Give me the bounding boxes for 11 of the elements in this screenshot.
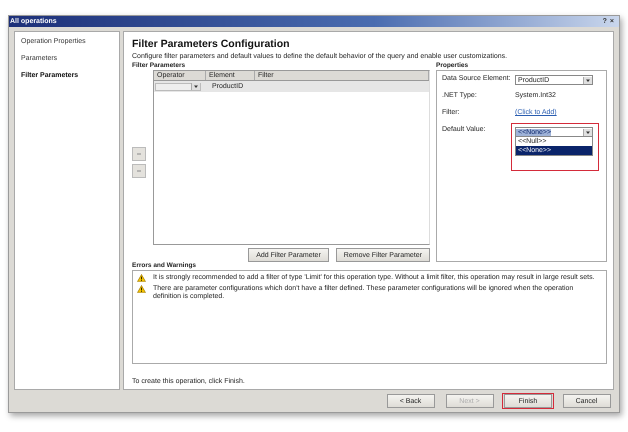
- operator-dropdown[interactable]: [155, 82, 201, 90]
- warning-icon: [137, 284, 146, 292]
- dropdown-arrow-icon: [583, 76, 592, 84]
- dropdown-arrow-icon: [191, 83, 200, 90]
- minus-icon: [136, 152, 142, 156]
- page-heading: Filter Parameters Configuration: [132, 38, 291, 50]
- move-down-button[interactable]: [132, 164, 146, 178]
- move-up-button[interactable]: [132, 147, 146, 161]
- warning-icon: [137, 274, 146, 282]
- minus-icon: [136, 169, 142, 173]
- dropdown-arrow-icon: [583, 128, 592, 136]
